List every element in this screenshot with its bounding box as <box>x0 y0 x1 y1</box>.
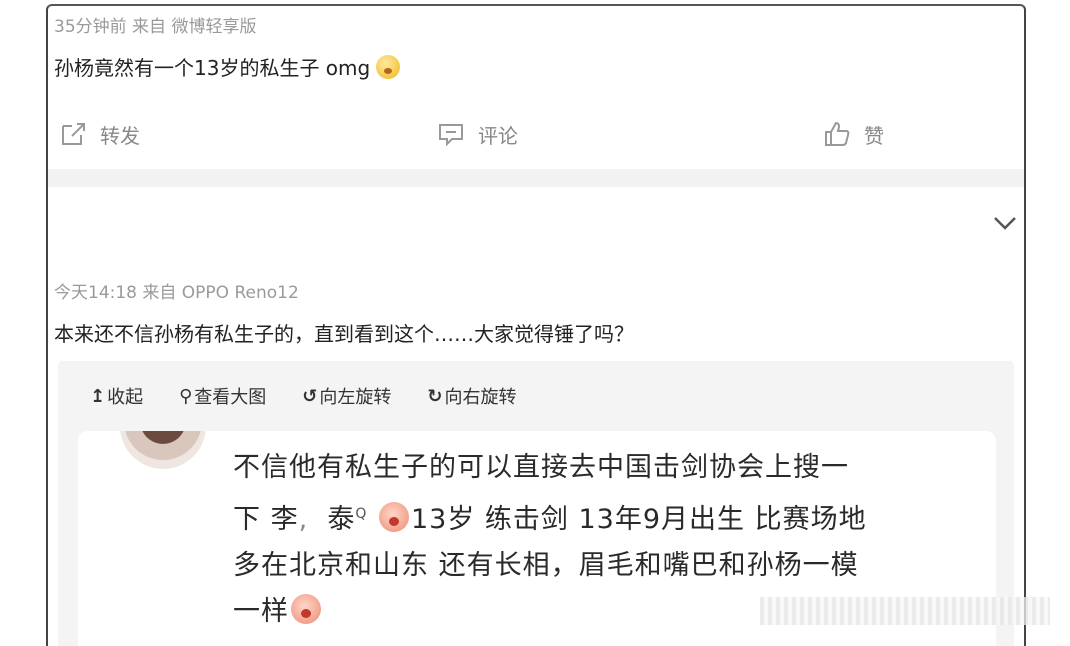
rotate-left-icon: ↺ <box>302 385 318 407</box>
image-toolbar: ↥ 收起 ⚲ 查看大图 ↺ 向左旋转 ↻ 向右旋转 <box>90 383 516 409</box>
view-large-button[interactable]: ⚲ 查看大图 <box>179 383 266 409</box>
search-mark-icon: Q <box>355 506 368 522</box>
repost-label: 转发 <box>100 123 140 148</box>
like-label: 赞 <box>864 123 884 148</box>
screenshot-segment-a: 下 李 <box>233 504 299 535</box>
post1-text-content: 孙杨竟然有一个13岁的私生子 omg <box>54 56 371 80</box>
avatar <box>120 431 206 469</box>
view-large-label: 查看大图 <box>194 387 267 408</box>
screenshot-segment-d: 一样 <box>233 596 289 627</box>
watermark <box>760 597 1050 625</box>
rotate-right-label: 向右旋转 <box>444 387 517 408</box>
crying-face-icon <box>291 594 321 624</box>
post2-text: 本来还不信孙杨有私生子的，直到看到这个……大家觉得锤了吗？ <box>54 322 634 346</box>
thumbs-up-icon <box>825 121 850 146</box>
screenshot-line-2: 下 李, 泰Q 13岁 练击剑 13年9月出生 比赛场地 <box>233 502 867 535</box>
crying-face-icon <box>378 502 409 532</box>
comment-button[interactable]: 评论 <box>436 118 518 150</box>
like-button[interactable]: 赞 <box>822 118 884 150</box>
rotate-right-button[interactable]: ↻ 向右旋转 <box>427 383 516 409</box>
chevron-down-icon[interactable] <box>992 214 1018 232</box>
screenshot-segment-c: 13岁 练击剑 13年9月出生 比赛场地 <box>410 504 867 535</box>
comment-label: 评论 <box>478 123 518 148</box>
repost-button[interactable]: 转发 <box>58 118 140 150</box>
rotate-left-label: 向左旋转 <box>319 387 392 408</box>
feed-card: 35分钟前 来自 微博轻享版 孙杨竟然有一个13岁的私生子 omg 转发 评论 … <box>46 4 1026 646</box>
comment-icon <box>439 124 463 147</box>
post2-meta: 今天14:18 来自 OPPO Reno12 <box>54 283 299 303</box>
arrow-up-icon: ↥ <box>90 385 106 407</box>
post1-text: 孙杨竟然有一个13岁的私生子 omg <box>54 52 401 81</box>
separator <box>48 169 1024 187</box>
surprised-face-icon <box>376 55 401 79</box>
screenshot-line-3: 多在北京和山东 还有长相，眉毛和嘴巴和孙杨一模 <box>233 550 859 581</box>
rotate-left-button[interactable]: ↺ 向左旋转 <box>302 383 391 409</box>
rotate-right-icon: ↻ <box>427 385 443 407</box>
post1-meta: 35分钟前 来自 微博轻享版 <box>54 17 257 37</box>
screenshot-segment-b: 泰 <box>327 504 356 535</box>
collapse-label: 收起 <box>107 387 144 408</box>
screenshot-line-1: 不信他有私生子的可以直接去中国击剑协会上搜一 <box>233 452 849 483</box>
magnifier-icon: ⚲ <box>179 385 193 407</box>
repost-icon <box>62 123 85 145</box>
collapse-button[interactable]: ↥ 收起 <box>90 383 143 409</box>
